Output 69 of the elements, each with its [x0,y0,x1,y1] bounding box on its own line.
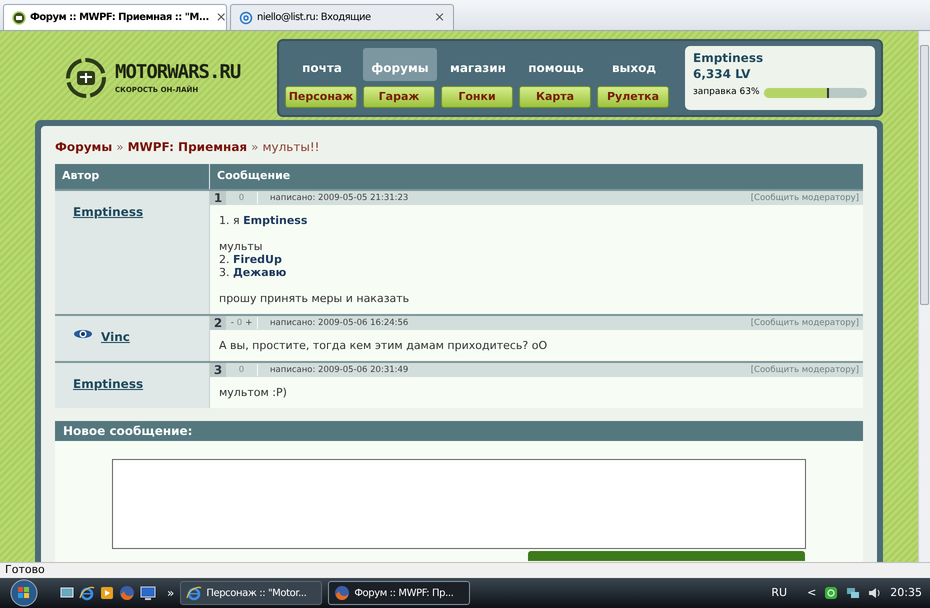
user-level: 6,334 LV [693,66,752,82]
desktop-icon[interactable] [60,586,74,600]
tab-title: niello@list.ru: Входящие [257,11,371,25]
tab-title: Форум :: MWPF: Приемная :: "M... [30,11,209,25]
nav-button[interactable]: Гонки [441,86,513,108]
author-link[interactable]: Emptiness [73,375,144,393]
nav-link[interactable]: помощь [519,48,593,81]
tray-app-icon[interactable] [824,586,838,600]
breadcrumb-link[interactable]: Форумы [55,138,112,156]
scrollbar[interactable] [918,31,930,562]
scrollbar-thumb[interactable] [920,45,929,305]
post-rating: 0 [236,316,242,330]
volume-icon[interactable] [868,586,882,600]
vote-down-button[interactable]: - [230,316,234,330]
message-input-field[interactable] [112,459,806,549]
breadcrumb-separator: » [251,139,258,156]
monitor-icon[interactable] [140,586,156,600]
post-text: 1. я Emptiness [219,214,308,227]
post-number: 3 [210,363,226,377]
post-rating: 0 [238,192,244,204]
nav-button[interactable]: Рулетка [597,86,669,108]
nav-link[interactable]: почта [285,48,359,81]
column-header: Сообщение [216,168,292,184]
breadcrumb-link[interactable]: MWPF: Приемная [128,138,248,156]
show-hidden-icons-button[interactable]: < [807,584,816,602]
user-name[interactable]: Emptiness [693,50,867,66]
post-date: написано: 2009-05-05 21:31:23 [270,192,408,204]
more-button[interactable]: » [167,584,174,602]
taskbar-button[interactable]: Персонаж :: "Motor... [180,581,322,605]
post-text: мультом :P) [219,386,288,399]
close-tab-button[interactable]: × [431,8,445,28]
nav-button[interactable]: Гараж [363,86,435,108]
author-link[interactable]: Emptiness [73,203,144,221]
breadcrumb-separator: » [116,139,124,156]
browser-tab[interactable]: Форум :: MWPF: Приемная :: "M... × [3,4,227,30]
vote-up-button[interactable]: + [245,316,252,330]
post-date: написано: 2009-05-06 16:24:56 [270,316,408,330]
firefox-icon[interactable] [119,585,135,601]
close-tab-button[interactable]: × [212,8,227,28]
post-text: прошу принять меры и наказать [219,292,410,305]
internet-explorer-icon[interactable] [186,585,202,601]
nav-link[interactable]: магазин [441,48,515,81]
post-text: 2. FiredUp [219,253,283,266]
column-header: Автор [55,164,210,189]
clock[interactable]: 20:35 [890,584,922,602]
media-player-icon[interactable] [100,586,114,600]
post-text: мульты [219,240,264,253]
language-indicator[interactable]: RU [771,584,788,602]
taskbar-button[interactable]: Форум :: MWPF: Пр... [328,581,470,605]
internet-explorer-icon[interactable] [79,585,95,601]
nav-button[interactable]: Персонаж [285,86,357,108]
post-number: 1 [210,191,226,205]
post-number: 2 [210,316,226,330]
firefox-icon[interactable] [334,585,350,601]
breadcrumb-current: мульты!! [262,139,320,156]
post-text: 3. Дежавю [219,266,288,279]
browser-tab[interactable]: niello@list.ru: Входящие × [230,4,454,30]
post-rating: 0 [238,364,244,376]
logo-text: MOTORWARS.RU [115,60,240,85]
site-logo-icon [12,10,26,24]
status-text: Готово [5,562,45,578]
logo-icon [65,57,107,99]
post-date: написано: 2009-05-06 20:31:49 [270,364,408,376]
nav-link[interactable]: выход [597,48,671,81]
fuel-label: заправка 63% [693,86,760,99]
post-text: А вы, простите, тогда кем этим дамам приходитесь? oO [219,339,548,352]
nav-button[interactable]: Карта [519,86,591,108]
new-message-header: Новое сообщение: [55,421,863,441]
author-link[interactable]: Vinc [101,328,130,346]
